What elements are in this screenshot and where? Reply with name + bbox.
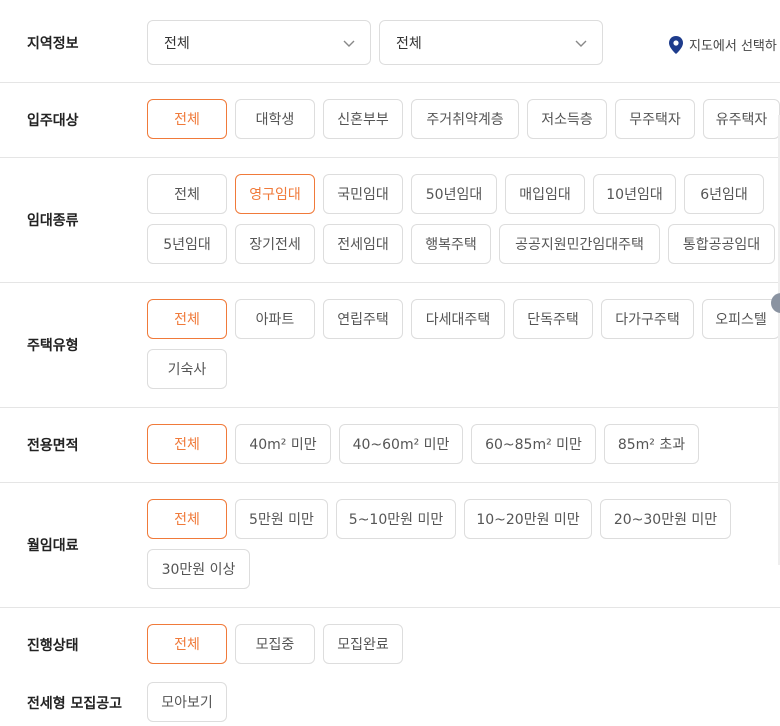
section-divider <box>0 82 780 83</box>
status-label: 진행상태 <box>27 638 79 654</box>
rental-type-option-purchase[interactable]: 매입임대 <box>505 174 585 214</box>
residents-option-homeless[interactable]: 무주택자 <box>615 99 695 139</box>
rental-type-option-10yr[interactable]: 10년임대 <box>593 174 676 214</box>
section-divider <box>0 407 780 408</box>
rental-type-option-happy-house[interactable]: 행복주택 <box>411 224 491 264</box>
region-select-sido-value: 전체 <box>164 35 190 52</box>
region-select-sido[interactable]: 전체 <box>147 20 371 65</box>
rental-type-option-national[interactable]: 국민임대 <box>323 174 403 214</box>
residents-option-low-income[interactable]: 저소득층 <box>527 99 607 139</box>
rental-type-option-integrated[interactable]: 통합공공임대 <box>668 224 775 264</box>
residents-option-newlywed[interactable]: 신혼부부 <box>323 99 403 139</box>
section-divider <box>0 157 780 158</box>
rental-type-option-permanent[interactable]: 영구임대 <box>235 174 315 214</box>
area-option-40-60[interactable]: 40~60m² 미만 <box>339 424 463 464</box>
housing-type-option-row-house[interactable]: 연립주택 <box>323 299 403 339</box>
residents-option-homeowner[interactable]: 유주택자 <box>703 99 780 139</box>
section-divider <box>0 607 780 608</box>
status-option-closed[interactable]: 모집완료 <box>323 624 403 664</box>
map-select-label: 지도에서 선택하 <box>689 39 777 54</box>
filter-panel: 지역정보 전체 전체 지도에서 선택하 입주대상 전체 대학생 신혼부부 주거취… <box>0 0 780 726</box>
rent-option-20-30[interactable]: 20~30만원 미만 <box>600 499 731 539</box>
residents-option-student[interactable]: 대학생 <box>235 99 315 139</box>
map-select-link[interactable]: 지도에서 선택하 <box>669 35 777 54</box>
housing-type-option-dormitory[interactable]: 기숙사 <box>147 349 227 389</box>
rent-option-5-10[interactable]: 5~10만원 미만 <box>336 499 456 539</box>
residents-option-all[interactable]: 전체 <box>147 99 227 139</box>
section-divider <box>0 282 780 283</box>
area-option-over-85[interactable]: 85m² 초과 <box>604 424 699 464</box>
map-pin-icon <box>669 35 683 54</box>
status-option-recruiting[interactable]: 모집중 <box>235 624 315 664</box>
housing-type-option-officetel[interactable]: 오피스텔 <box>702 299 780 339</box>
rental-type-option-public-private[interactable]: 공공지원민간임대주택 <box>499 224 660 264</box>
rent-option-under-5[interactable]: 5만원 미만 <box>235 499 328 539</box>
rent-option-10-20[interactable]: 10~20만원 미만 <box>464 499 592 539</box>
chevron-down-icon <box>575 40 587 47</box>
region-select-sigungu[interactable]: 전체 <box>379 20 603 65</box>
rental-type-option-jeonse[interactable]: 전세임대 <box>323 224 403 264</box>
rent-label: 월임대료 <box>27 538 79 554</box>
rental-type-option-long-jeonse[interactable]: 장기전세 <box>235 224 315 264</box>
rental-type-option-50yr[interactable]: 50년임대 <box>411 174 497 214</box>
housing-type-option-multi-household[interactable]: 다가구주택 <box>601 299 694 339</box>
rent-option-all[interactable]: 전체 <box>147 499 227 539</box>
region-select-sigungu-value: 전체 <box>396 35 422 52</box>
chevron-down-icon <box>343 40 355 47</box>
rent-option-over-30[interactable]: 30만원 이상 <box>147 549 250 589</box>
rental-type-option-6yr[interactable]: 6년임대 <box>684 174 764 214</box>
rental-type-option-5yr[interactable]: 5년임대 <box>147 224 227 264</box>
rental-type-label: 임대종류 <box>27 213 79 229</box>
section-divider <box>0 482 780 483</box>
status-option-all[interactable]: 전체 <box>147 624 227 664</box>
area-label: 전용면적 <box>27 438 79 454</box>
jeonse-notice-label: 전세형 모집공고 <box>27 696 123 712</box>
area-option-60-85[interactable]: 60~85m² 미만 <box>471 424 596 464</box>
area-option-under-40[interactable]: 40m² 미만 <box>235 424 331 464</box>
jeonse-notice-view-all-button[interactable]: 모아보기 <box>147 682 227 722</box>
housing-type-option-all[interactable]: 전체 <box>147 299 227 339</box>
residents-label: 입주대상 <box>27 113 79 129</box>
housing-type-option-detached[interactable]: 단독주택 <box>513 299 593 339</box>
housing-type-option-apartment[interactable]: 아파트 <box>235 299 315 339</box>
area-option-all[interactable]: 전체 <box>147 424 227 464</box>
region-label: 지역정보 <box>27 36 79 52</box>
residents-option-vulnerable[interactable]: 주거취약계층 <box>411 99 519 139</box>
housing-type-option-multi-family[interactable]: 다세대주택 <box>411 299 505 339</box>
housing-type-label: 주택유형 <box>27 338 79 354</box>
rental-type-option-all[interactable]: 전체 <box>147 174 227 214</box>
